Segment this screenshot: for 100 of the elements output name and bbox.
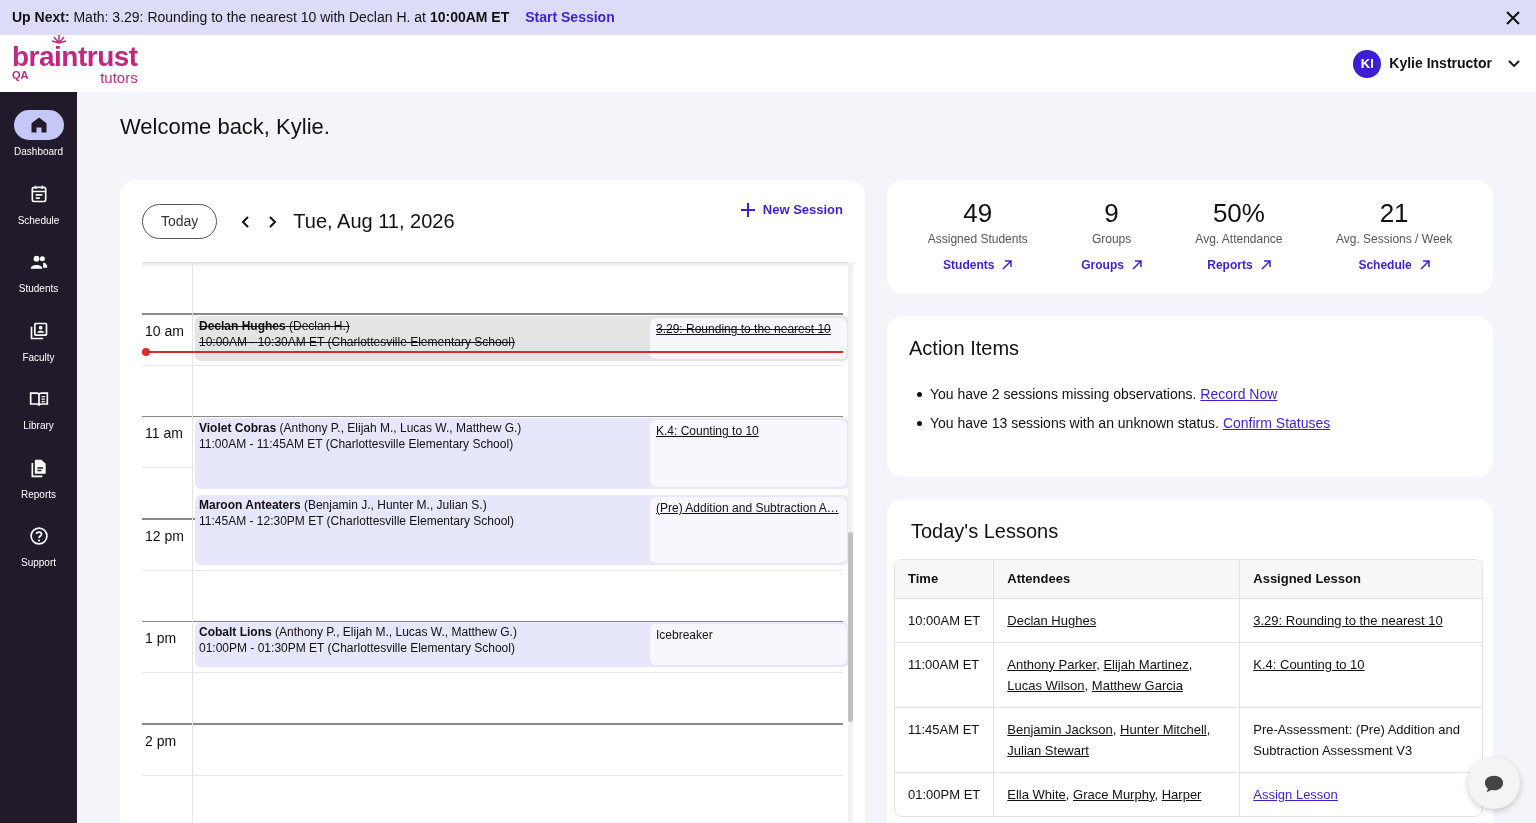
attendee-link[interactable]: Harper [1161,786,1202,802]
sidebar-item[interactable]: Dashboard [0,110,77,179]
home-icon [13,110,64,140]
logo-text: braintrust [12,42,138,71]
lesson-name: Icebreaker [656,628,713,643]
lesson-text: Pre-Assessment: (Pre) Addition and Subtraction Assessment V3 [1253,721,1460,758]
today-button[interactable]: Today [142,203,218,239]
arrow-up-right-icon [1131,259,1142,270]
stat-value: 50% [1212,198,1265,230]
time-cell: 11:45AM ET [895,707,994,773]
greeting-heading: Welcome back, Kylie. [120,114,331,141]
lesson-link[interactable]: 3.29: Rounding to the nearest 10 [656,322,831,337]
sidebar-item[interactable]: Faculty [0,315,77,384]
stat-value: 49 [963,198,993,230]
hour-label: 1 pm [145,630,177,647]
environment-label: QA [12,70,29,83]
chevron-down-icon[interactable] [1508,59,1520,68]
stat-value: 21 [1379,198,1409,230]
start-session-link[interactable]: Start Session [525,7,615,28]
close-icon[interactable] [1506,10,1520,25]
bullet-icon [917,392,922,398]
bullet-icon [917,421,922,427]
hour-label: 10 am [145,322,184,339]
column-header: Assigned Lesson [1239,560,1482,599]
event-title: Violet Cobras (Anthony P., Elijah M., Lucas W., Matthew G.) [199,420,522,437]
attendee-link[interactable]: Anthony Parker [1007,656,1097,672]
chevron-right-icon [269,216,278,229]
stat-label: Assigned Students [927,230,1028,248]
scrollbar[interactable] [847,262,854,823]
separator-text: , [1188,656,1193,672]
chevron-left-icon [241,216,250,229]
logo-sparkle-icon [52,33,66,44]
event-title: Maroon Anteaters (Benjamin J., Hunter M., Julian S.) [199,496,487,513]
stat-link[interactable]: Students [943,255,1013,274]
event-title: Declan Hughes (Declan H.) [199,318,350,335]
event-time: 01:00PM - 01:30PM ET (Charlottesville Elementary School) [199,640,515,657]
stat-link[interactable]: Schedule [1358,255,1430,274]
column-header: Time [895,560,994,599]
lesson-link[interactable]: 3.29: Rounding to the nearest 10 [1253,612,1443,628]
attendee-link[interactable]: Lucas Wilson [1007,677,1085,693]
hour-label: 12 pm [145,527,184,544]
attendee-link[interactable]: Hunter Mitchell [1120,721,1207,737]
chat-button[interactable] [1468,757,1520,809]
action-item-text: You have 2 sessions missing observations. Record Now [930,385,1278,405]
separator-text: , [1096,656,1100,672]
calendar-event[interactable]: Cobalt Lions (Anthony P., Elijah M., Lucas W., Matthew G.) 01:00PM - 01:30PM ET (Charlottesville Elementary School) Icebreaker [195,622,849,668]
card-title: Action Items [909,336,1021,361]
attendee-link[interactable]: Elijah Martinez [1103,656,1189,672]
stat-link[interactable]: Groups [1081,255,1142,274]
arrow-up-right-icon [1260,259,1271,270]
up-next-text: Up Next: Math: 3.29: Rounding to the nearest 10 with Declan H. at 10:00AM ET [12,8,510,27]
time-cell: 10:00AM ET [895,598,994,643]
attendee-link[interactable]: Julian Stewart [1007,742,1089,758]
hour-label: 11 am [145,425,183,442]
calendar-date: Tue, Aug 11, 2026 [293,209,455,235]
time-cell: 01:00PM ET [895,772,994,816]
stat-label: Avg. Sessions / Week [1335,230,1453,248]
lesson-link[interactable]: (Pre) Addition and Subtraction A… [656,500,839,515]
new-session-link[interactable]: New Session [740,200,843,220]
event-time: 10:00AM - 10:30AM ET (Charlottesville Elementary School) [199,334,515,351]
separator-text: , [1206,721,1211,737]
action-item-text: You have 13 sessions with an unknown status. Confirm Statuses [930,414,1331,434]
event-time: 11:00AM - 11:45AM ET (Charlottesville Elementary School) [199,436,514,453]
lesson-link[interactable]: K.4: Counting to 10 [656,424,759,439]
arrow-up-right-icon [1002,259,1013,270]
stat-label: Avg. Attendance [1195,230,1283,248]
sidebar-item[interactable]: Library [0,384,77,453]
stat-link[interactable]: Reports [1207,255,1271,274]
sidebar-item[interactable]: Students [0,247,77,316]
attendee-link[interactable]: Matthew Garcia [1091,677,1183,693]
user-name[interactable]: Kylie Instructor [1389,53,1492,74]
chat-bubble-icon [1483,773,1505,794]
action-item-link[interactable]: Record Now [1200,386,1278,403]
attendee-link[interactable]: Declan Hughes [1007,612,1097,628]
card-title: Today's Lessons [911,519,1060,544]
assign-lesson-link[interactable]: Assign Lesson [1253,786,1338,802]
calendar-event[interactable]: Declan Hughes (Declan H.) 10:00AM - 10:30AM ET (Charlottesville Elementary School) 3.29: Rounding to the nearest 10 [195,316,849,362]
separator-text: , [1112,721,1117,737]
logo-subtext: tutors [100,70,138,85]
separator-text: , [1065,786,1070,802]
separator-text: , [1154,786,1159,802]
attendee-link[interactable]: Benjamin Jackson [1007,721,1113,737]
user-avatar[interactable]: KI [1353,49,1382,78]
calendar-event[interactable]: Maroon Anteaters (Benjamin J., Hunter M., Julian S.) 11:45AM - 12:30PM ET (Charlottesville Elementary School) (Pre) Addition and Subtraction A… [195,494,849,566]
event-title: Cobalt Lions (Anthony P., Elijah M., Lucas W., Matthew G.) [199,624,517,641]
sidebar-item[interactable]: Support [0,521,77,590]
stat-value: 9 [1104,198,1119,230]
sidebar-item[interactable]: Reports [0,452,77,521]
attendee-link[interactable]: Ella White [1007,786,1066,802]
separator-text: , [1084,677,1089,693]
lesson-link[interactable]: K.4: Counting to 10 [1253,656,1365,672]
action-item-link[interactable]: Confirm Statuses [1222,415,1331,432]
calendar-event[interactable]: Violet Cobras (Anthony P., Elijah M., Lucas W., Matthew G.) 11:00AM - 11:45AM ET (Charlottesville Elementary School) K.4: Counting to 10 [195,418,849,489]
arrow-up-right-icon [1419,259,1430,270]
event-time: 11:45AM - 12:30PM ET (Charlottesville Elementary School) [199,512,515,529]
sidebar-item[interactable]: Schedule [0,178,77,247]
plus-icon [740,203,755,218]
column-header: Attendees [993,560,1240,599]
stat-label: Groups [1091,230,1132,248]
hour-label: 2 pm [145,732,177,749]
